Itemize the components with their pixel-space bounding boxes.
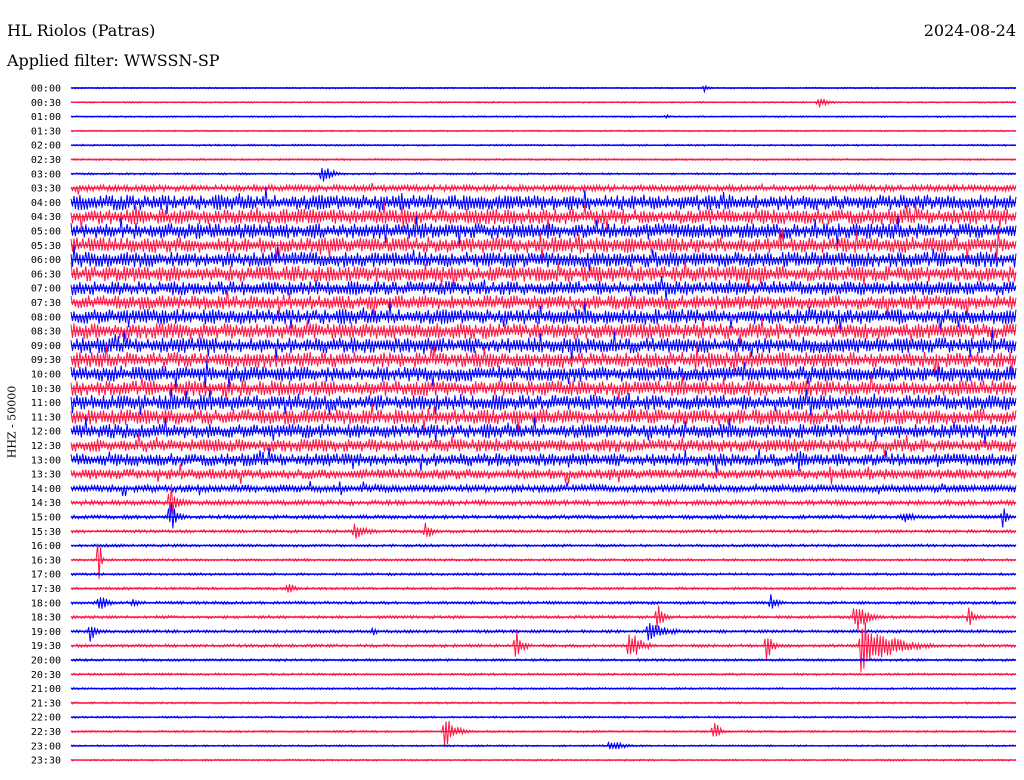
time-label: 16:00 [31,541,61,552]
time-label: 01:30 [31,126,61,137]
time-label: 08:30 [31,327,61,338]
trace-line [70,84,1017,94]
time-label: 15:30 [31,527,61,538]
seismogram-plot: 00:00 00:30 01:00 01:30 02:00 02:30 03:00 03:30… [31,84,1017,767]
time-label: 09:30 [31,355,61,366]
trace-line [70,502,1017,529]
time-label: 22:30 [31,727,61,738]
trace-line [70,167,1017,182]
time-label: 15:00 [31,513,61,524]
time-label: 20:00 [31,656,61,667]
time-label: 00:30 [31,98,61,109]
time-label: 01:00 [31,112,61,123]
time-label: 05:00 [31,227,61,238]
time-label: 21:30 [31,698,61,709]
time-label: 19:00 [31,627,61,638]
traces [70,84,1017,762]
time-label: 06:30 [31,269,61,280]
time-label: 06:00 [31,255,61,266]
time-label: 10:00 [31,370,61,381]
time-label: 23:30 [31,756,61,767]
time-label: 07:00 [31,284,61,295]
time-label: 13:30 [31,470,61,481]
time-label: 11:30 [31,412,61,423]
time-label: 21:00 [31,684,61,695]
time-label: 04:00 [31,198,61,209]
time-label: 12:30 [31,441,61,452]
time-label: 04:30 [31,212,61,223]
time-label: 23:00 [31,741,61,752]
time-label: 10:30 [31,384,61,395]
trace-line [70,605,1017,631]
time-labels: 00:00 00:30 01:00 01:30 02:00 02:30 03:00 03:30… [31,84,61,767]
trace-line [70,594,1017,609]
time-label: 18:30 [31,613,61,624]
time-label: 05:30 [31,241,61,252]
time-label: 02:30 [31,155,61,166]
trace-line [70,720,1017,746]
time-label: 03:00 [31,169,61,180]
time-label: 18:00 [31,598,61,609]
time-label: 14:00 [31,484,61,495]
time-label: 11:00 [31,398,61,409]
time-label: 08:00 [31,312,61,323]
time-label: 14:30 [31,498,61,509]
time-label: 00:00 [31,84,61,95]
time-label: 20:30 [31,670,61,681]
time-label: 12:00 [31,427,61,438]
time-label: 07:30 [31,298,61,309]
time-label: 16:30 [31,555,61,566]
time-label: 22:00 [31,713,61,724]
time-label: 17:30 [31,584,61,595]
time-label: 17:00 [31,570,61,581]
time-label: 19:30 [31,641,61,652]
time-label: 03:30 [31,184,61,195]
trace-line [70,245,1017,272]
time-label: 09:00 [31,341,61,352]
time-label: 02:00 [31,141,61,152]
time-label: 13:00 [31,455,61,466]
